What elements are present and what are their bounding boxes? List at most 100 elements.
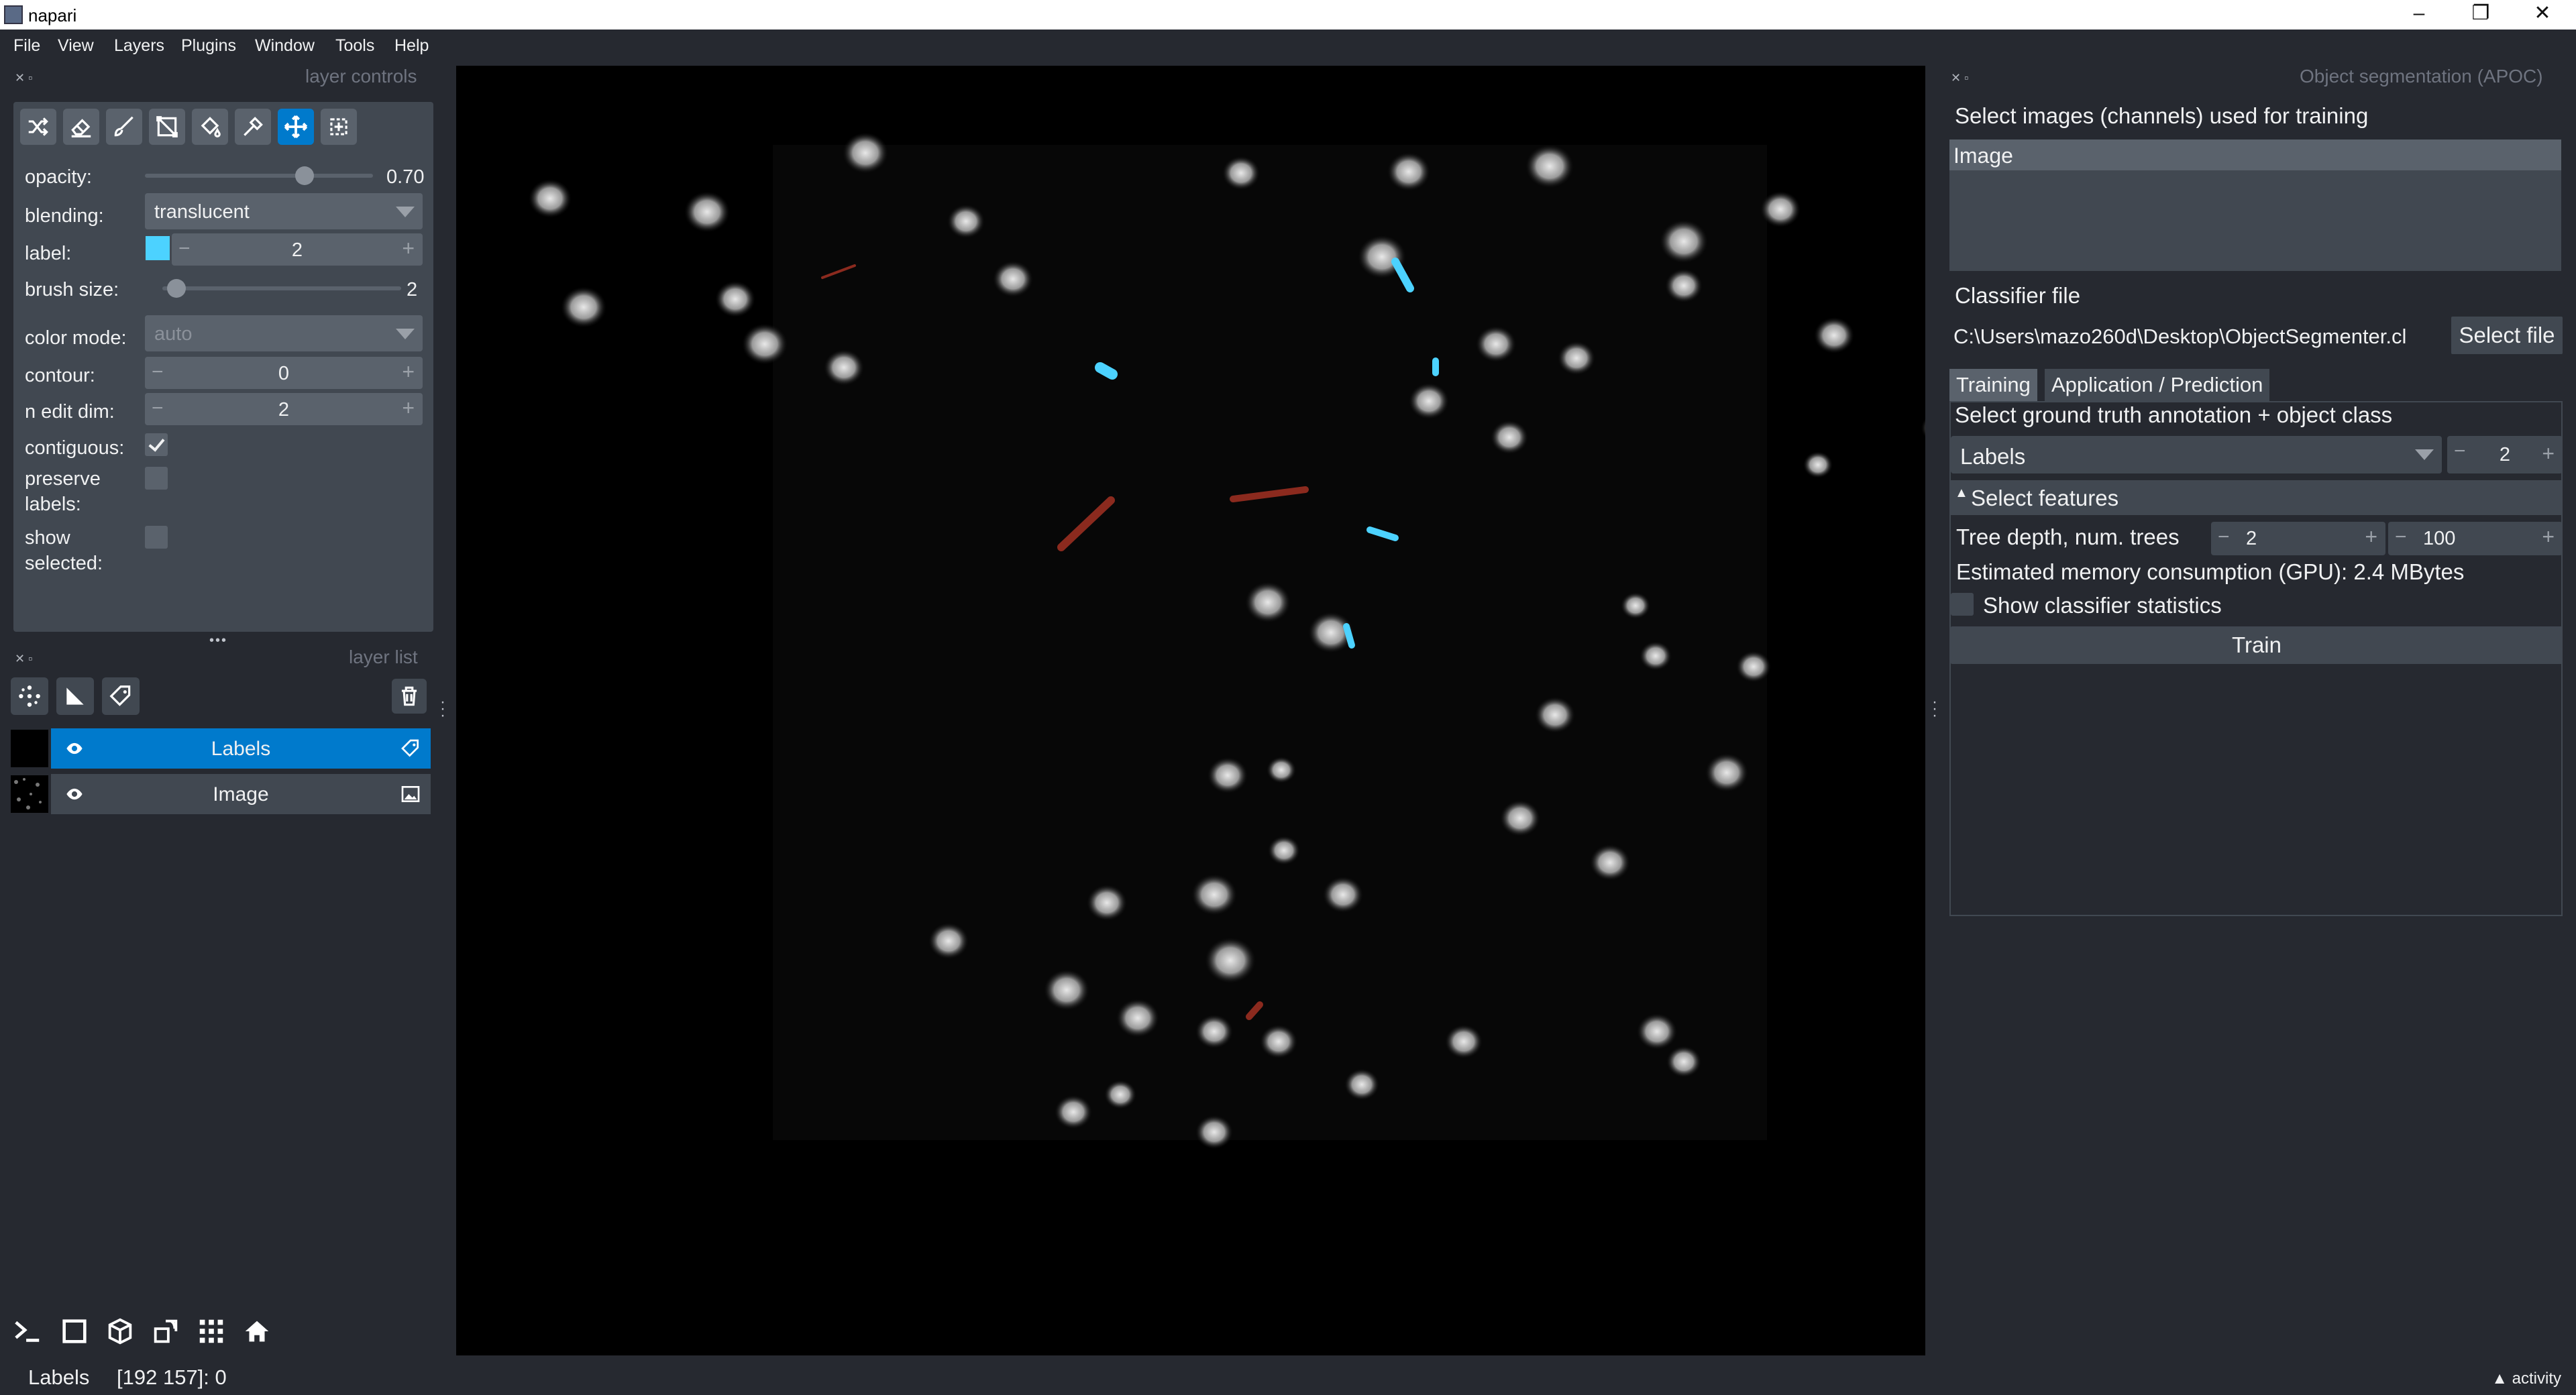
maximize-button[interactable]: ❐ xyxy=(2450,0,2512,30)
label-color-swatch[interactable] xyxy=(146,236,170,260)
classifier-file-path: C:\Users\mazo260d\Desktop\ObjectSegmente… xyxy=(1953,325,2407,348)
label-spinbox[interactable]: − 2 + xyxy=(172,233,423,266)
menu-layers[interactable]: Layers xyxy=(114,36,164,56)
ndisplay-3d-button[interactable] xyxy=(101,1312,140,1351)
shuffle-colors-button[interactable] xyxy=(20,109,56,145)
tree-depth-spinbox[interactable]: − 2 + xyxy=(2211,522,2385,555)
brush-size-slider[interactable] xyxy=(162,279,401,298)
color-mode-select[interactable]: auto xyxy=(145,315,423,351)
brush-size-slider-handle[interactable] xyxy=(167,279,186,298)
layer-row-body[interactable]: Labels xyxy=(51,728,431,769)
fill-button[interactable] xyxy=(192,109,228,145)
transform-button[interactable] xyxy=(321,109,357,145)
nucleus-blob xyxy=(1208,757,1248,793)
increment-icon[interactable]: + xyxy=(2542,441,2555,466)
increment-icon[interactable]: + xyxy=(402,236,415,261)
labels-layer-select[interactable]: Labels xyxy=(1951,436,2442,473)
menu-plugins[interactable]: Plugins xyxy=(181,36,236,56)
minimize-button[interactable]: – xyxy=(2388,0,2450,30)
nucleus-blob xyxy=(1044,969,1089,1011)
nucleus-blob xyxy=(824,349,864,386)
dock-float-icon[interactable]: ✕ ▫ xyxy=(1951,71,1968,85)
delete-layer-button[interactable] xyxy=(392,679,427,714)
nucleus-blob xyxy=(1268,836,1300,865)
blending-select[interactable]: translucent xyxy=(145,193,423,229)
brush-size-value: 2 xyxy=(407,279,418,300)
close-button[interactable]: ✕ xyxy=(2512,0,2573,30)
show-selected-checkbox[interactable] xyxy=(145,526,168,549)
vertical-splitter-handle[interactable]: · · · xyxy=(440,694,445,724)
increment-icon[interactable]: + xyxy=(2542,524,2555,549)
eraser-icon xyxy=(71,119,91,137)
new-points-layer-button[interactable] xyxy=(11,677,48,715)
viewer-canvas[interactable] xyxy=(456,66,1925,1355)
layer-row-body[interactable]: Image xyxy=(51,774,431,814)
nucleus-blob xyxy=(1445,1024,1483,1059)
console-button[interactable] xyxy=(8,1312,47,1351)
menu-window[interactable]: Window xyxy=(255,36,315,56)
fill-bucket-icon xyxy=(201,117,221,137)
opacity-slider-handle[interactable] xyxy=(295,166,314,185)
increment-icon[interactable]: + xyxy=(402,396,415,421)
preserve-labels-label-line2: labels: xyxy=(25,494,81,515)
menu-view[interactable]: View xyxy=(58,36,94,56)
image-icon xyxy=(401,786,420,802)
layer-name[interactable]: Labels xyxy=(51,738,431,761)
dock-float-icon[interactable]: ✕ ▫ xyxy=(15,71,32,85)
select-file-button[interactable]: Select file xyxy=(2451,317,2563,354)
polygon-button[interactable] xyxy=(149,109,185,145)
layer-row-image[interactable]: Image xyxy=(11,774,431,814)
color-mode-value: auto xyxy=(154,323,193,345)
image-channel-list[interactable]: Image xyxy=(1949,140,2561,271)
activity-toggle[interactable]: ▲ activity xyxy=(2491,1370,2561,1388)
tab-application-prediction[interactable]: Application / Prediction xyxy=(2045,369,2270,401)
select-features-toggle[interactable]: ▲ Select features xyxy=(1951,480,2563,515)
home-button[interactable] xyxy=(237,1312,276,1351)
new-shapes-layer-button[interactable] xyxy=(56,677,94,715)
ndisplay-2d-button[interactable] xyxy=(55,1312,94,1351)
nucleus-blob xyxy=(1525,144,1574,188)
nucleus-blob xyxy=(1621,592,1650,619)
show-stats-checkbox[interactable] xyxy=(1951,593,1974,616)
dock-splitter-handle[interactable]: ••• xyxy=(209,633,227,649)
menu-tools[interactable]: Tools xyxy=(335,36,374,56)
increment-icon[interactable]: + xyxy=(2365,524,2377,549)
layer-name[interactable]: Image xyxy=(51,783,431,806)
menu-help[interactable]: Help xyxy=(394,36,429,56)
picker-button[interactable] xyxy=(235,109,271,145)
pan-zoom-button[interactable] xyxy=(278,109,314,145)
increment-icon[interactable]: + xyxy=(402,359,415,384)
shuffle-icon xyxy=(28,117,48,136)
train-button[interactable]: Train xyxy=(1951,626,2563,664)
collapse-arrow-icon: ▲ xyxy=(1955,486,1968,500)
blending-value: translucent xyxy=(154,201,250,223)
eraser-button[interactable] xyxy=(63,109,99,145)
preserve-labels-checkbox[interactable] xyxy=(145,467,168,490)
contiguous-checkbox[interactable] xyxy=(145,433,168,456)
num-trees-spinbox[interactable]: − 100 + xyxy=(2388,522,2563,555)
grid-view-button[interactable] xyxy=(192,1312,231,1351)
nucleus-blob xyxy=(1205,937,1256,984)
nucleus-blob xyxy=(1323,877,1363,913)
layer-thumbnail xyxy=(11,775,48,813)
tab-training[interactable]: Training xyxy=(1949,369,2037,401)
opacity-slider[interactable] xyxy=(145,166,373,185)
layer-row-labels[interactable]: Labels xyxy=(11,728,431,769)
image-thumbnail-graphic xyxy=(14,778,42,810)
n-edit-dim-spinbox[interactable]: − 2 + xyxy=(145,393,423,425)
nucleus-blob xyxy=(684,191,730,233)
chevron-down-icon xyxy=(2415,449,2434,460)
contour-spinbox[interactable]: − 0 + xyxy=(145,357,423,389)
menu-file[interactable]: File xyxy=(13,36,40,56)
list-item-image[interactable]: Image xyxy=(1949,140,2561,170)
show-stats-label: Show classifier statistics xyxy=(1983,593,2222,618)
classifier-file-field[interactable]: C:\Users\mazo260d\Desktop\ObjectSegmente… xyxy=(1949,319,2461,353)
show-selected-label-line2: selected: xyxy=(25,553,103,574)
nucleus-blob xyxy=(1637,1013,1677,1050)
vertical-splitter-handle[interactable]: · · · xyxy=(1932,694,1937,724)
dock-float-icon[interactable]: ✕ ▫ xyxy=(15,652,32,666)
new-labels-layer-button[interactable] xyxy=(102,677,140,715)
roll-dims-button[interactable] xyxy=(146,1312,185,1351)
paint-button[interactable] xyxy=(106,109,142,145)
object-class-spinbox[interactable]: − 2 + xyxy=(2447,436,2563,473)
